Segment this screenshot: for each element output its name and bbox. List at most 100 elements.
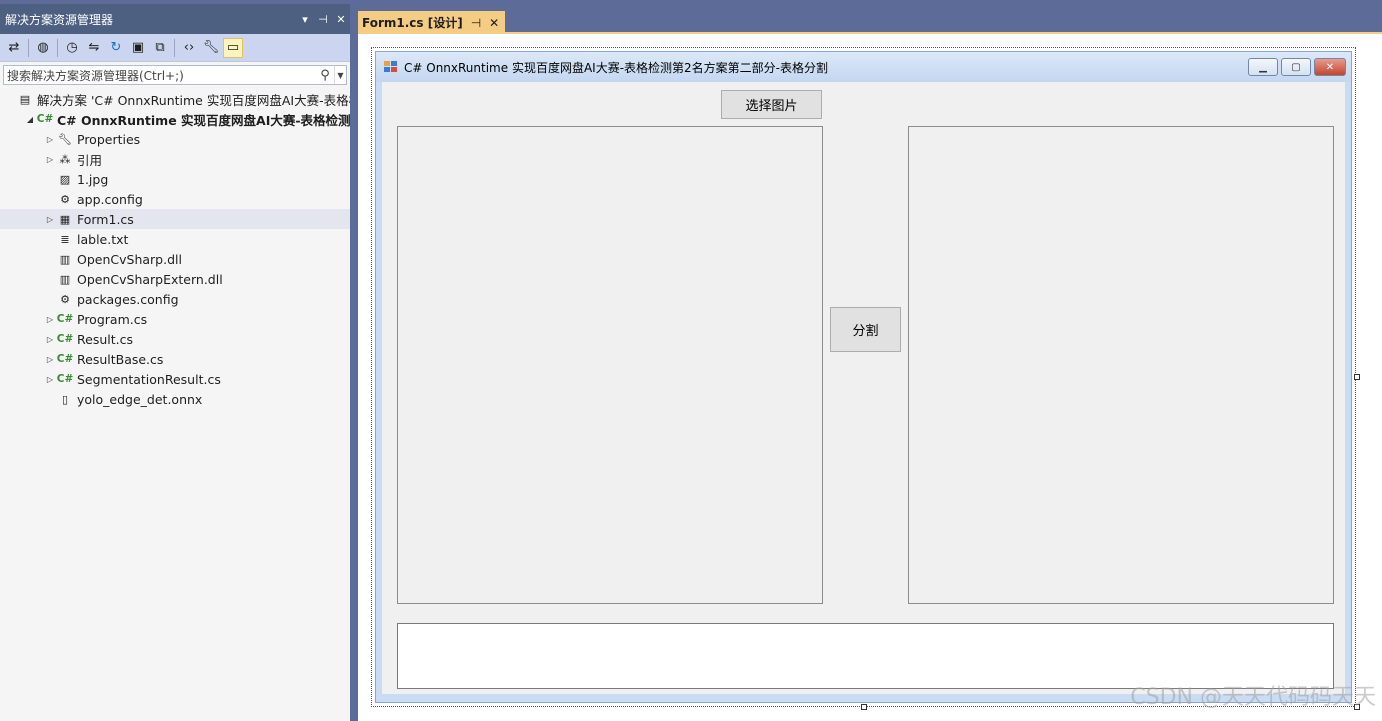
tab-pin-icon[interactable]: ⊣	[471, 16, 481, 30]
tree-item-label: OpenCvSharpExtern.dll	[77, 271, 223, 287]
resize-handle-right[interactable]	[1354, 374, 1360, 380]
history-icon[interactable]: ◷	[62, 38, 82, 58]
tree-item-label: SegmentationResult.cs	[77, 371, 221, 387]
csharp-project-icon: C#	[36, 113, 54, 125]
form-close-icon[interactable]: ✕	[1314, 58, 1346, 76]
form-window[interactable]: C# OnnxRuntime 实现百度网盘AI大赛-表格检测第2名方案第二部分-…	[375, 51, 1352, 703]
form-caption-bar: C# OnnxRuntime 实现百度网盘AI大赛-表格检测第2名方案第二部分-…	[376, 52, 1351, 82]
solution-explorer-toolbar: ⇄ ◍ ◷ ⇋ ↻ ▣ ⧉ ‹› 🔧︎ ▭	[0, 34, 350, 62]
tree-item-label: 1.jpg	[77, 171, 109, 187]
tree-item[interactable]: ▷ C# Program.cs	[0, 309, 350, 329]
designer-surface: C# OnnxRuntime 实现百度网盘AI大赛-表格检测第2名方案第二部分-…	[358, 34, 1382, 721]
tree-item[interactable]: ⚙ packages.config	[0, 289, 350, 309]
expand-arrow-icon[interactable]: ▷	[44, 335, 56, 344]
tree-item-label: Result.cs	[77, 331, 133, 347]
expand-arrow-icon[interactable]: ▷	[44, 315, 56, 324]
expand-arrow-icon[interactable]: ▷	[44, 135, 56, 144]
form-app-icon	[384, 61, 398, 73]
tree-item[interactable]: ▥ OpenCvSharp.dll	[0, 249, 350, 269]
tree-item-label: yolo_edge_det.onnx	[77, 391, 203, 407]
toolbar-separator	[28, 38, 29, 57]
solution-explorer-title: 解决方案资源管理器	[5, 12, 114, 27]
tree-item[interactable]: ▯ yolo_edge_det.onnx	[0, 389, 350, 409]
tree-item[interactable]: ▥ OpenCvSharpExtern.dll	[0, 269, 350, 289]
tree-item[interactable]: ≣ lable.txt	[0, 229, 350, 249]
references-icon: ⁂	[59, 152, 71, 166]
tree-item[interactable]: ▷ ⁂ 引用	[0, 149, 350, 169]
tree-item-label: lable.txt	[77, 231, 129, 247]
dll-icon: ▥	[59, 252, 71, 266]
wrench-icon: 🔧︎	[58, 132, 72, 146]
config-icon: ⚙	[60, 192, 70, 206]
solution-icon: ▤	[19, 92, 31, 106]
close-icon[interactable]: ✕	[332, 13, 350, 26]
image-icon: ▨	[59, 172, 71, 186]
switch-views-icon[interactable]: ⇄	[4, 38, 24, 58]
minimize-icon[interactable]: ▁	[1248, 58, 1278, 76]
maximize-icon[interactable]: ▢	[1281, 58, 1311, 76]
search-icon[interactable]: ⚲	[316, 68, 334, 83]
tree-item-label: Properties	[77, 131, 141, 147]
result-picture-box[interactable]	[908, 126, 1334, 604]
dll-icon: ▥	[59, 272, 71, 286]
tree-item-label: ResultBase.cs	[77, 351, 164, 367]
expand-arrow-icon[interactable]: ▷	[44, 355, 56, 364]
sync-icon[interactable]: ⇋	[84, 38, 104, 58]
properties-wrench-icon[interactable]: 🔧︎	[201, 38, 221, 58]
document-tab-strip: Form1.cs [设计] ⊣ ✕	[358, 4, 1382, 34]
tree-item[interactable]: ▷ C# Result.cs	[0, 329, 350, 349]
tree-item-label: OpenCvSharp.dll	[77, 251, 182, 267]
solution-search-box[interactable]: 搜索解决方案资源管理器(Ctrl+;) ⚲ ▼	[3, 65, 347, 85]
form-icon: ▦	[59, 212, 71, 226]
split-button[interactable]: 分割	[830, 307, 901, 352]
expand-arrow-icon[interactable]: ▷	[44, 375, 56, 384]
csharp-file-icon: C#	[56, 333, 74, 345]
csharp-file-icon: C#	[56, 313, 74, 325]
expand-arrow-icon[interactable]: ▷	[44, 155, 56, 164]
csharp-file-icon: C#	[56, 353, 74, 365]
collapse-all-icon[interactable]: ▣	[128, 38, 148, 58]
tree-item[interactable]: ▷ ▦ Form1.cs	[0, 209, 350, 229]
tree-item-label: Program.cs	[77, 311, 148, 327]
tree-item[interactable]: ◢C#C# OnnxRuntime 实现百度网盘AI大赛-表格检测第2名	[0, 109, 350, 129]
text-file-icon: ≣	[60, 232, 70, 246]
form-client-area: 选择图片 分割	[382, 82, 1345, 694]
refresh-icon[interactable]: ↻	[106, 38, 126, 58]
tree-item[interactable]: ▷ C# ResultBase.cs	[0, 349, 350, 369]
tab-close-icon[interactable]: ✕	[489, 16, 499, 30]
resize-handle-bottom[interactable]	[861, 704, 867, 710]
tree-item[interactable]: ▷ 🔧︎ Properties	[0, 129, 350, 149]
search-options-dropdown-icon[interactable]: ▼	[334, 66, 346, 84]
search-input[interactable]: 搜索解决方案资源管理器(Ctrl+;)	[7, 67, 316, 84]
tree-item-label: Form1.cs	[77, 211, 134, 227]
expand-arrow-icon[interactable]: ◢	[24, 115, 36, 124]
dropdown-icon[interactable]: ▾	[296, 13, 314, 26]
tab-label: Form1.cs [设计]	[362, 16, 463, 30]
tree-item[interactable]: ▨ 1.jpg	[0, 169, 350, 189]
expand-arrow-icon[interactable]: ▷	[44, 215, 56, 224]
preview-selected-icon[interactable]: ▭	[223, 37, 243, 58]
tree-item-label: 解决方案 'C# OnnxRuntime 实现百度网盘AI大赛-表格检测	[37, 92, 350, 108]
panel-splitter[interactable]	[350, 4, 358, 721]
tree-item[interactable]: ▷ C# SegmentationResult.cs	[0, 369, 350, 389]
view-code-icon[interactable]: ‹›	[179, 38, 199, 58]
config-icon: ⚙	[60, 292, 70, 306]
tree-item-label: packages.config	[77, 291, 179, 307]
show-all-files-icon[interactable]: ⧉	[150, 38, 170, 58]
tree-item[interactable]: ⚙ app.config	[0, 189, 350, 209]
solution-explorer-title-bar: 解决方案资源管理器 ▾ ⊣ ✕	[0, 4, 350, 34]
tree-item[interactable]: ▤ 解决方案 'C# OnnxRuntime 实现百度网盘AI大赛-表格检测	[0, 89, 350, 109]
file-icon: ▯	[61, 392, 69, 406]
solution-tree: ▤ 解决方案 'C# OnnxRuntime 实现百度网盘AI大赛-表格检测 ◢ C#…	[0, 89, 350, 409]
globe-icon[interactable]: ◍	[33, 38, 53, 58]
pin-icon[interactable]: ⊣	[314, 13, 332, 26]
toolbar-separator	[57, 38, 58, 57]
tab-form1-design[interactable]: Form1.cs [设计] ⊣ ✕	[358, 11, 506, 34]
select-image-button[interactable]: 选择图片	[721, 90, 822, 119]
toolbar-separator	[174, 38, 175, 57]
tree-item-label: app.config	[77, 191, 143, 207]
source-picture-box[interactable]	[397, 126, 823, 604]
tree-item-label: 引用	[77, 152, 103, 168]
csharp-file-icon: C#	[56, 373, 74, 385]
tree-item-label: C# OnnxRuntime 实现百度网盘AI大赛-表格检测第2名	[57, 112, 350, 128]
